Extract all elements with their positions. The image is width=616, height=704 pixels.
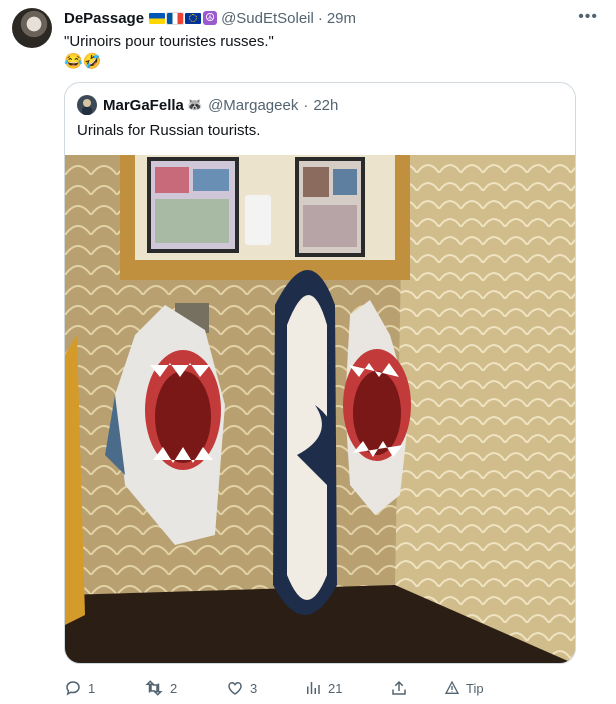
reply-icon [66, 681, 80, 696]
timestamp[interactable]: 29m [327, 10, 356, 27]
separator-dot: · [317, 9, 323, 27]
tweet[interactable]: DePassage ☮ @SudEtSoleil · 29m ••• "Urin… [0, 0, 616, 704]
like-icon [228, 681, 242, 695]
name-flags: ☮ [149, 11, 218, 25]
tweet-header: DePassage ☮ @SudEtSoleil · 29m [64, 8, 596, 28]
retweet-icon [145, 680, 163, 696]
reply-button[interactable]: 1 [64, 676, 95, 700]
ukraine-flag-icon [149, 12, 166, 24]
display-name[interactable]: DePassage [64, 10, 144, 27]
action-bar: 1 2 3 21 Tip [64, 676, 504, 700]
retweet-count: 2 [170, 680, 178, 696]
quoted-tweet[interactable]: MarGaFella 🦝 @Margageek · 22h Urinals fo… [64, 82, 576, 664]
quoted-header: MarGaFella 🦝 @Margageek · 22h [103, 95, 338, 115]
views-button[interactable]: 21 [304, 676, 342, 700]
quoted-timestamp[interactable]: 22h [313, 97, 338, 114]
quoted-handle[interactable]: @Margageek [208, 97, 298, 114]
shark-urinals-photo [65, 155, 575, 663]
views-icon [307, 682, 320, 694]
more-icon[interactable]: ••• [578, 8, 598, 26]
separator-dot: · [303, 96, 309, 114]
quoted-photo[interactable] [65, 155, 575, 663]
tip-icon [444, 680, 460, 694]
tip-label: Tip [466, 680, 484, 696]
share-button[interactable] [390, 676, 408, 700]
retweet-button[interactable]: 2 [144, 676, 177, 700]
raccoon-emoji: 🦝 [186, 97, 204, 112]
peace-symbol-icon: ☮ [203, 11, 218, 25]
reply-count: 1 [88, 680, 96, 696]
tip-button[interactable]: Tip [444, 676, 484, 700]
quoted-avatar[interactable] [77, 95, 97, 115]
france-flag-icon [166, 11, 185, 25]
like-button[interactable]: 3 [226, 676, 257, 700]
tweet-emojis: 😂🤣 [64, 53, 102, 70]
share-icon [392, 680, 406, 695]
handle[interactable]: @SudEtSoleil [221, 10, 314, 27]
eu-flag-icon [185, 12, 202, 24]
tweet-text: "Urinoirs pour touristes russes." [64, 33, 274, 50]
like-count: 3 [250, 680, 258, 696]
quoted-display-name[interactable]: MarGaFella [103, 97, 184, 114]
avatar[interactable] [12, 8, 52, 48]
quoted-text: Urinals for Russian tourists. [77, 122, 261, 139]
views-count: 21 [328, 680, 343, 696]
